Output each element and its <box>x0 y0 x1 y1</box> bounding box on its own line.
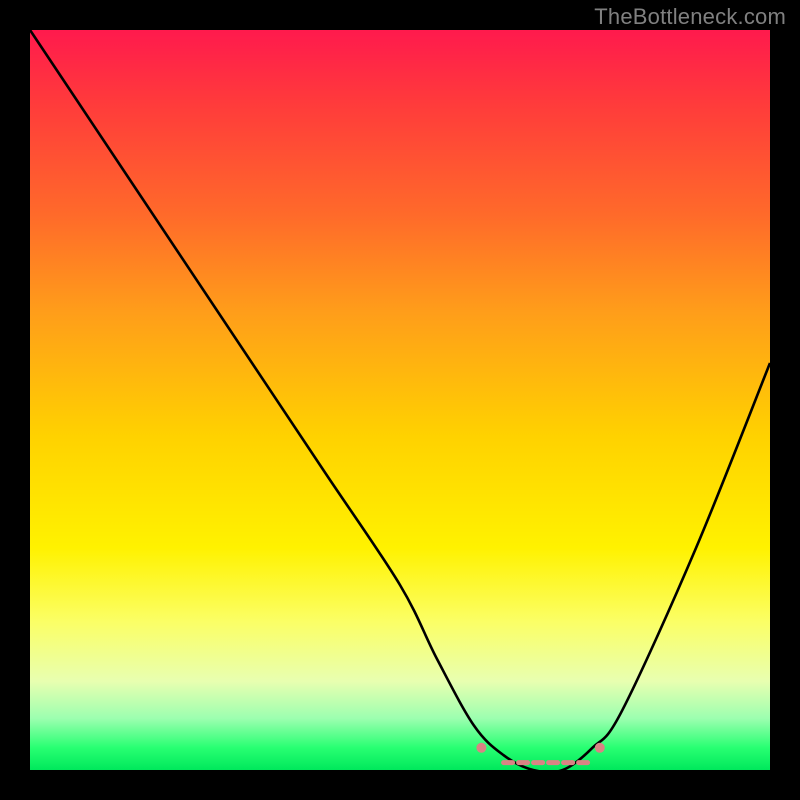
plot-gradient-background <box>30 30 770 770</box>
watermark-text: TheBottleneck.com <box>594 4 786 30</box>
bottleneck-chart-svg <box>30 30 770 770</box>
bottleneck-curve <box>30 30 770 772</box>
optimal-range-right-dot <box>595 743 605 753</box>
chart-frame: TheBottleneck.com <box>0 0 800 800</box>
optimal-range-left-dot <box>476 743 486 753</box>
